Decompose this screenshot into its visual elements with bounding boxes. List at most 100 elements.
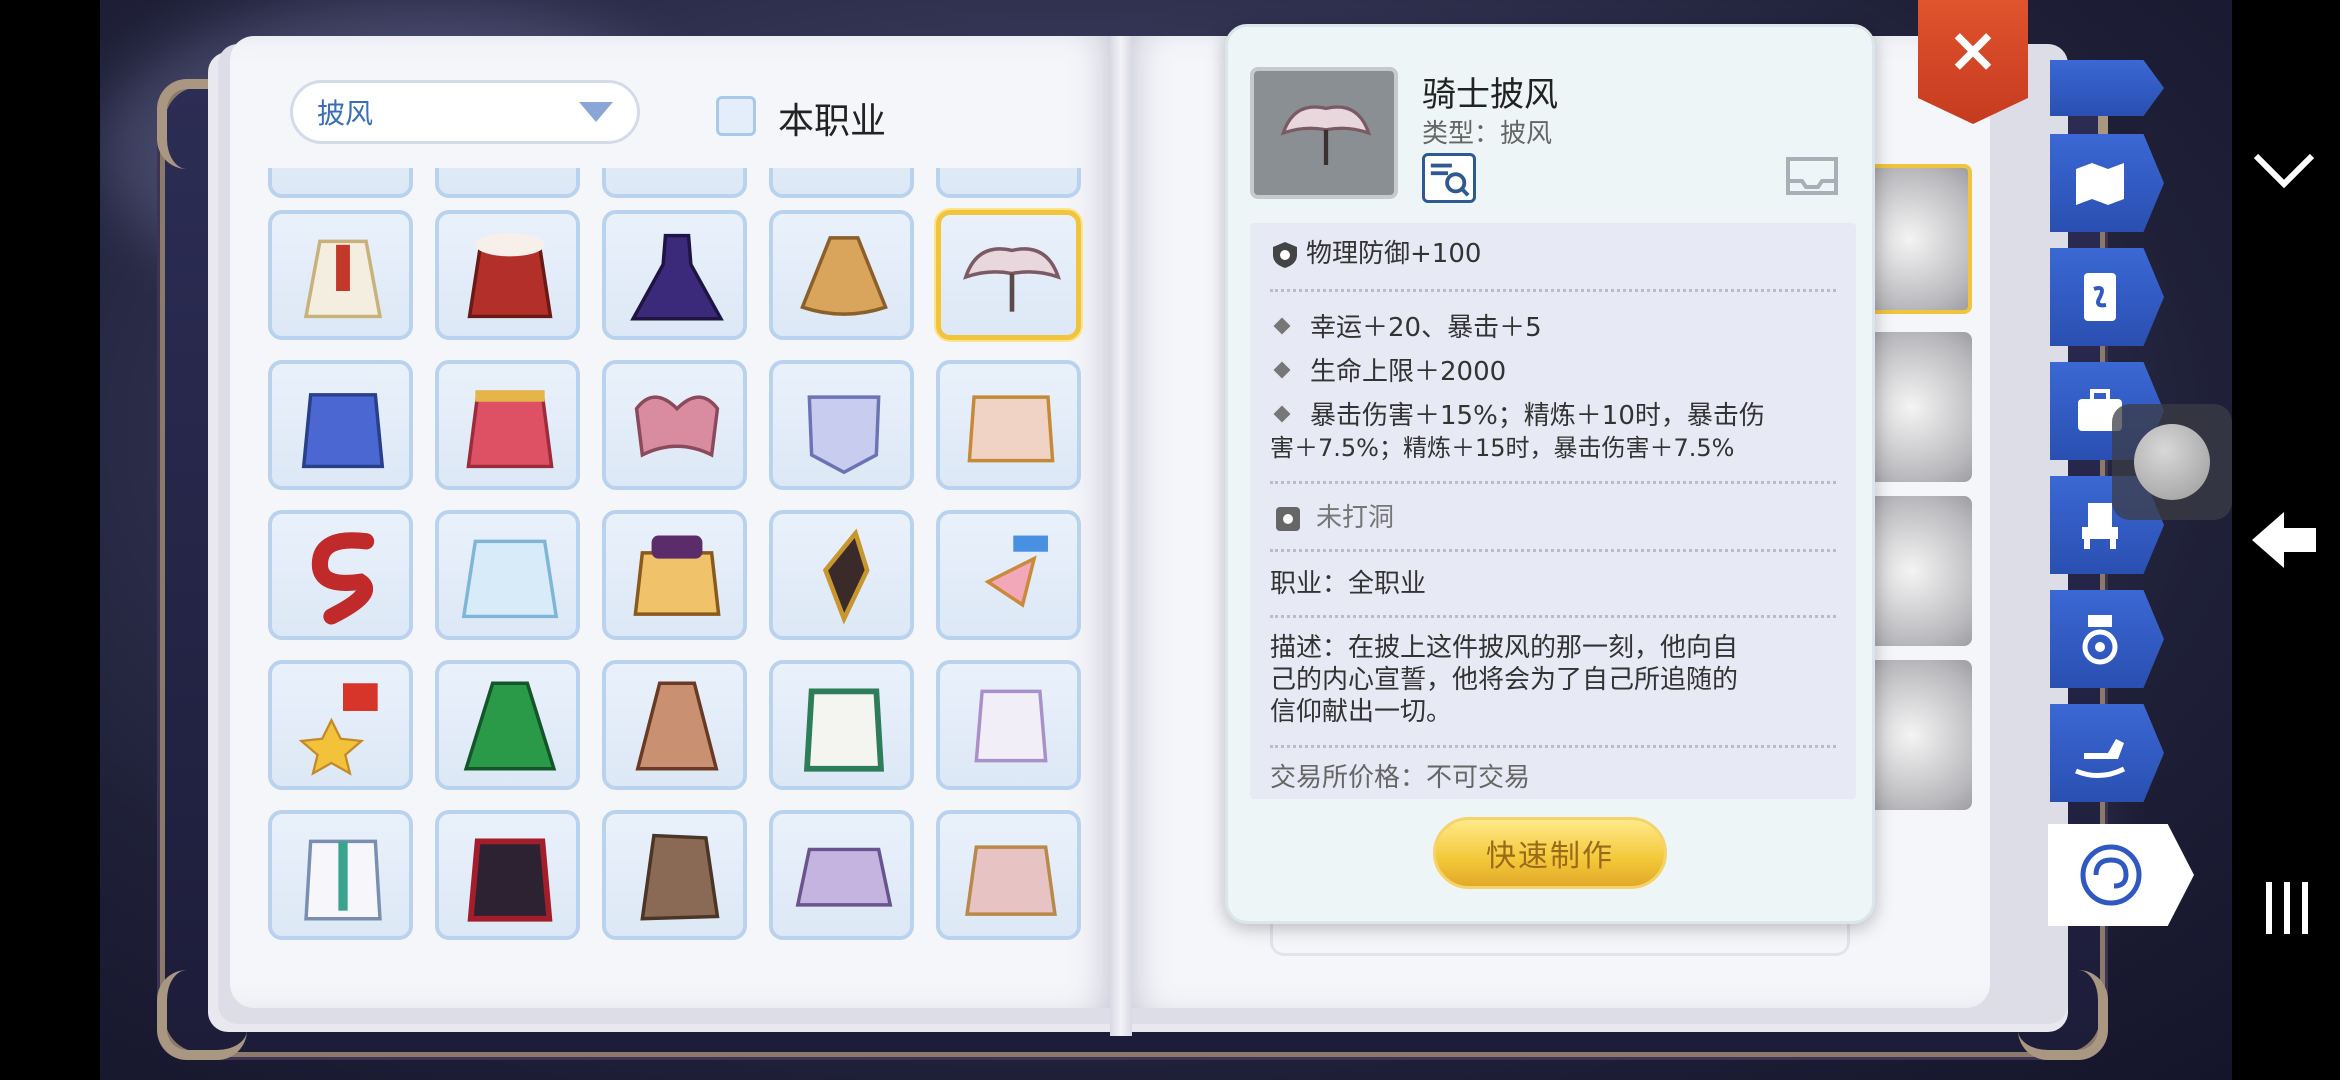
grid-cell-ice-wing-cape[interactable] xyxy=(435,510,580,640)
red-gold-cape-icon xyxy=(466,390,554,469)
horn-charm-icon xyxy=(822,528,870,625)
grid-cell-gold-feather-cape[interactable] xyxy=(936,360,1081,490)
tab-map[interactable] xyxy=(2050,134,2164,232)
white-robe-cape-icon xyxy=(303,239,383,319)
grid-cell-red-scarf[interactable] xyxy=(268,510,413,640)
green-hood-icon xyxy=(463,681,557,771)
floating-assist-ball[interactable] xyxy=(2112,404,2232,520)
crit-stat-line1: 暴击伤害＋15%；精炼＋10时，暴击伤 xyxy=(1310,401,1765,431)
item-thumbnail xyxy=(1250,67,1398,199)
swirl-icon xyxy=(2080,844,2142,906)
brown-leather-icon xyxy=(640,833,720,921)
grid-cell-dark-horn-charm[interactable] xyxy=(769,510,914,640)
grid-cell[interactable] xyxy=(602,168,747,198)
desc-line3: 信仰献出一切。 xyxy=(1270,697,1453,727)
grid-cell[interactable] xyxy=(268,168,413,198)
shield-icon xyxy=(1273,241,1297,268)
grid-cell-dark-red-coat[interactable] xyxy=(435,810,580,940)
tan-cloak-icon xyxy=(800,236,888,316)
chevron-down-icon[interactable] xyxy=(2252,150,2316,190)
game-screen: 披风 本职业 骑士披风 类型：披风 物理防御+100 幸运＋20、暴击＋5 生命… xyxy=(100,0,2232,1080)
grid-cell-tan-cloak[interactable] xyxy=(769,210,914,340)
grid-cell-brown-leather-cape[interactable] xyxy=(602,810,747,940)
defense-stat: 物理防御+100 xyxy=(1306,239,1482,269)
crit-stat-line2: 害＋7.5%；精炼＋15时，暴击伤害＋7.5% xyxy=(1270,434,1735,462)
grid-cell-star-medal[interactable] xyxy=(268,660,413,790)
grid-cell-green-white-coat[interactable] xyxy=(769,660,914,790)
magnifier-icon xyxy=(1430,163,1470,197)
own-job-checkbox[interactable] xyxy=(716,96,756,136)
tab-medal[interactable] xyxy=(2050,590,2164,688)
job-requirement: 职业：全职业 xyxy=(1270,569,1427,599)
grid-cell-pink-ribbon-cape[interactable] xyxy=(602,360,747,490)
quick-craft-label: 快速制作 xyxy=(1486,839,1614,874)
grid-cell[interactable] xyxy=(769,168,914,198)
ice-wing-icon xyxy=(461,539,559,619)
desc-line2: 己的内心宣誓，他将会为了自己所追随的 xyxy=(1270,665,1739,695)
red-fur-cape-icon xyxy=(467,233,553,319)
grid-cell-white-shirt[interactable] xyxy=(936,660,1081,790)
grid-cell-brown-hood-cape[interactable] xyxy=(602,660,747,790)
knight-cape-icon xyxy=(963,247,1061,312)
grid-cell-green-hood-cape[interactable] xyxy=(435,660,580,790)
close-icon: × xyxy=(1947,12,1999,86)
desc-line1: 描述：在披上这件披风的那一刻，他向自 xyxy=(1270,633,1739,663)
quick-craft-button[interactable]: 快速制作 xyxy=(1433,817,1667,889)
book-spine xyxy=(1110,36,1132,1036)
grid-cell-silver-armor-cape[interactable] xyxy=(769,360,914,490)
grid-cell-purple-dress-cape[interactable] xyxy=(602,210,747,340)
socket-status: 未打洞 xyxy=(1316,503,1395,533)
white-jacket-icon xyxy=(304,839,382,921)
card-icon xyxy=(2084,273,2116,321)
brown-hood-icon xyxy=(635,681,719,771)
grid-cell-blue-torn-cape[interactable] xyxy=(268,360,413,490)
silver-armor-icon xyxy=(807,395,881,475)
grid-cell[interactable] xyxy=(936,168,1081,198)
dark-red-coat-icon xyxy=(467,838,553,922)
grid-cell-white-robe-cape[interactable] xyxy=(268,210,413,340)
chevron-down-icon xyxy=(579,102,613,122)
pink-ribbon-icon xyxy=(634,395,720,458)
rocking-horse-icon xyxy=(2075,739,2126,778)
grid-cell-rainbow-wing-charm[interactable] xyxy=(936,510,1081,640)
item-grid xyxy=(268,168,1098,948)
white-shirt-icon xyxy=(974,689,1048,763)
recent-apps-icon[interactable] xyxy=(2262,878,2312,938)
gold-fringe-icon xyxy=(633,535,721,616)
blue-cape-icon xyxy=(301,393,385,469)
knight-cape-icon xyxy=(1280,105,1372,165)
item-type: 类型：披风 xyxy=(1422,119,1553,149)
map-icon xyxy=(2076,163,2124,205)
back-arrow-icon[interactable] xyxy=(2250,508,2320,572)
grid-cell-red-white-fur-cape[interactable] xyxy=(435,210,580,340)
lavender-cape-icon xyxy=(795,847,893,907)
tab-swirl-active[interactable] xyxy=(2048,824,2194,926)
inspect-button[interactable] xyxy=(1422,153,1476,203)
grid-cell-white-jacket[interactable] xyxy=(268,810,413,940)
red-scarf-icon xyxy=(311,532,375,625)
stats-panel: 物理防御+100 幸运＋20、暴击＋5 生命上限＋2000 暴击伤害＋15%；精… xyxy=(1250,223,1856,799)
grid-cell-pink-gold-cape[interactable] xyxy=(936,810,1081,940)
green-coat-icon xyxy=(803,688,885,772)
tray-icon[interactable] xyxy=(1784,153,1840,201)
grid-cell-lavender-cape[interactable] xyxy=(769,810,914,940)
pink-gold-cape-icon xyxy=(965,845,1057,916)
grid-cell-knight-cape[interactable] xyxy=(936,210,1081,340)
grid-cell-red-gold-cape[interactable] xyxy=(435,360,580,490)
category-dropdown[interactable]: 披风 xyxy=(290,80,640,144)
grid-cell[interactable] xyxy=(435,168,580,198)
medal-icon xyxy=(2082,615,2118,665)
own-job-label: 本职业 xyxy=(778,101,887,142)
gold-feather-icon xyxy=(967,395,1055,463)
trade-price: 交易所价格：不可交易 xyxy=(1270,763,1531,793)
tab-card[interactable] xyxy=(2050,248,2164,346)
tab-top-partial[interactable] xyxy=(2050,60,2164,116)
close-button[interactable]: × xyxy=(1918,0,2028,124)
item-name: 骑士披风 xyxy=(1422,75,1558,115)
bonus-stat: 幸运＋20、暴击＋5 xyxy=(1310,313,1542,343)
bonus-stat: 生命上限＋2000 xyxy=(1310,357,1507,387)
rainbow-wing-icon xyxy=(984,535,1048,608)
tab-rocking-horse[interactable] xyxy=(2050,704,2164,802)
star-medal-icon xyxy=(298,683,378,776)
grid-cell-gold-fringe-cape[interactable] xyxy=(602,510,747,640)
